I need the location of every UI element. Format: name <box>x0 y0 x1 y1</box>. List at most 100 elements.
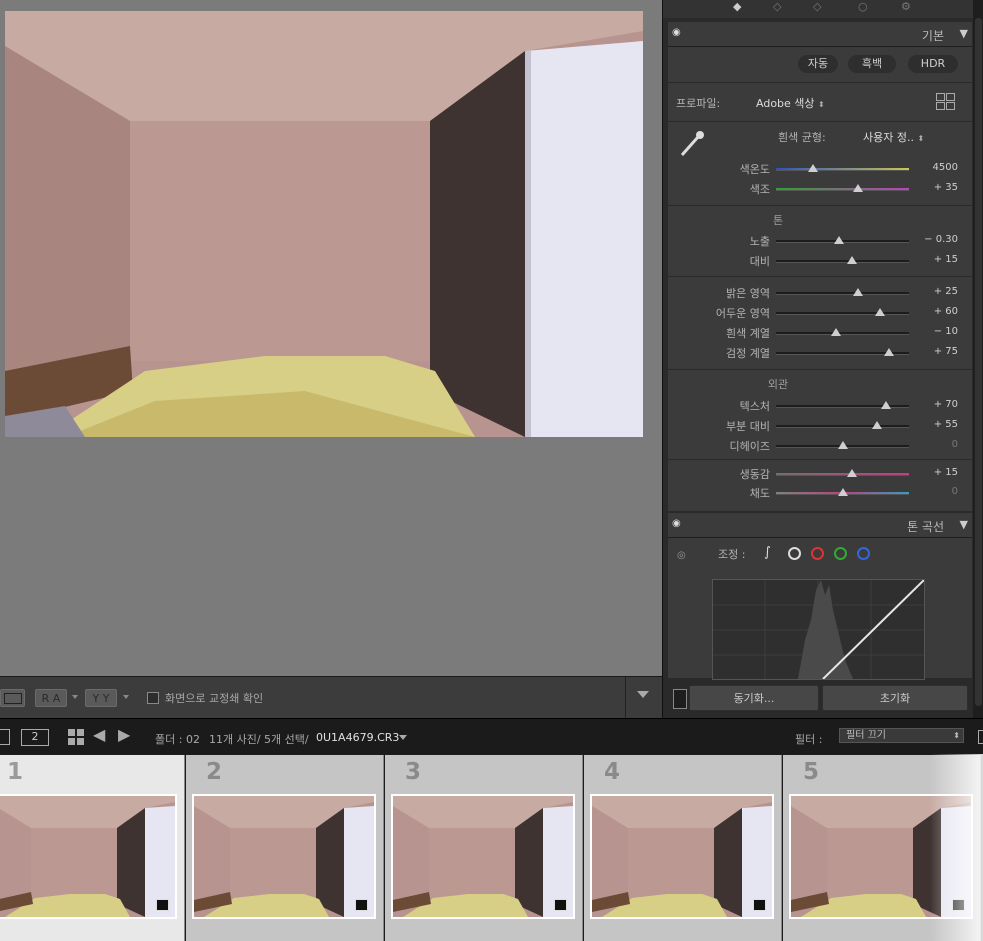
slider-value[interactable]: + 15 <box>908 254 958 265</box>
slider-value[interactable]: + 25 <box>908 286 958 297</box>
slider-thumb[interactable] <box>808 164 819 172</box>
profile-browser-icon[interactable] <box>936 93 955 110</box>
before-after-button[interactable]: R A <box>35 689 67 707</box>
tool-icon[interactable]: ○ <box>858 0 868 13</box>
eye-icon[interactable]: ◉ <box>672 27 681 38</box>
slider-track[interactable] <box>776 332 909 335</box>
collapse-triangle-icon[interactable]: ▼ <box>960 518 968 531</box>
collapse-triangle-icon[interactable]: ▼ <box>960 27 968 40</box>
rgb-curve-icon[interactable] <box>788 547 801 560</box>
filter-toggle-icon[interactable] <box>978 730 983 744</box>
slider-value[interactable]: 0 <box>908 486 958 497</box>
slider-thumb[interactable] <box>853 184 864 192</box>
slider-thumb[interactable] <box>837 488 848 496</box>
treatment-bw[interactable]: 흑백 <box>848 55 896 73</box>
slider-label: 밝은 영역 <box>726 287 770 300</box>
slider-row: 밝은 영역 + 25 <box>668 285 972 301</box>
slider-thumb[interactable] <box>881 401 892 409</box>
tone-curve-section-header[interactable]: ◉ 톤 곡선 ▼ <box>668 513 972 538</box>
curve-adjust-label: 조정 : <box>718 548 746 561</box>
grid-view-icon[interactable] <box>68 729 84 745</box>
tool-icon[interactable]: ◇ <box>773 0 781 13</box>
filmstrip-fade <box>930 754 983 941</box>
filmstrip-cell[interactable]: 1 <box>0 755 185 941</box>
slider-value[interactable]: + 60 <box>908 306 958 317</box>
slider-value[interactable]: + 70 <box>908 399 958 410</box>
toolbar-menu-button[interactable] <box>625 677 662 719</box>
slider-track[interactable] <box>776 168 909 171</box>
reset-button[interactable]: 초기화 <box>822 685 968 711</box>
treatment-auto[interactable]: 자동 <box>798 55 838 73</box>
panel-scrollbar[interactable] <box>973 0 983 718</box>
slider-thumb[interactable] <box>874 308 885 316</box>
red-curve-icon[interactable] <box>811 547 824 560</box>
chevron-down-icon[interactable] <box>123 695 129 699</box>
filter-dropdown[interactable]: 필터 끄기 ⬍ <box>839 728 964 743</box>
parametric-curve-icon[interactable]: ∫ <box>764 545 771 560</box>
slider-value[interactable]: 4500 <box>908 162 958 173</box>
slider-value[interactable]: + 75 <box>908 346 958 357</box>
back-arrow-icon[interactable]: ◀ <box>93 725 105 744</box>
slider-thumb[interactable] <box>846 469 857 477</box>
eyedropper-icon[interactable] <box>678 129 706 157</box>
slider-value[interactable]: + 35 <box>908 182 958 193</box>
slider-thumb[interactable] <box>846 256 857 264</box>
slider-label: 검정 계열 <box>726 347 770 360</box>
treatment-hdr[interactable]: HDR <box>908 55 958 73</box>
soft-proof-checkbox[interactable] <box>147 692 159 704</box>
slider-thumb[interactable] <box>884 348 895 356</box>
green-curve-icon[interactable] <box>834 547 847 560</box>
tone-curve-graph[interactable] <box>712 579 925 680</box>
panel-switch-icon[interactable] <box>673 689 687 709</box>
chevron-down-icon[interactable] <box>399 735 407 740</box>
tool-icon[interactable]: ⚙ <box>901 0 911 13</box>
slider-value[interactable]: + 55 <box>908 419 958 430</box>
sync-button[interactable]: 동기화... <box>689 685 819 711</box>
tone-region-slider-group: 밝은 영역 + 25 어두운 영역 + 60 흰색 계열 − 10 검정 계열 + 75 <box>668 285 972 365</box>
slider-thumb[interactable] <box>830 328 841 336</box>
filmstrip-cell[interactable]: 4 <box>584 755 782 941</box>
filmstrip-thumbnail[interactable] <box>391 794 575 919</box>
slider-track[interactable] <box>776 473 909 476</box>
slider-label: 채도 <box>749 487 770 500</box>
blue-curve-icon[interactable] <box>857 547 870 560</box>
folder-label: 폴더 : 02 <box>155 733 200 746</box>
tool-icon[interactable]: ◇ <box>813 0 821 13</box>
tone-curve-title: 톤 곡선 <box>907 520 944 534</box>
main-photo[interactable] <box>5 11 643 437</box>
slider-thumb[interactable] <box>872 421 883 429</box>
slider-track[interactable] <box>776 260 909 263</box>
basic-section-header[interactable]: ◉ 기본 ▼ <box>668 22 972 47</box>
wb-dropdown[interactable]: 사용자 정.. ⬍ <box>863 129 924 145</box>
slider-value[interactable]: − 0.30 <box>908 234 958 245</box>
before-after-split-button[interactable]: Y Y <box>85 689 117 707</box>
slider-thumb[interactable] <box>833 236 844 244</box>
slider-thumb[interactable] <box>837 441 848 449</box>
current-filename[interactable]: 0U1A4679.CR3 <box>316 731 399 744</box>
slider-thumb[interactable] <box>853 288 864 296</box>
secondary-display-button[interactable]: 2 <box>21 729 49 746</box>
filmstrip-cell[interactable]: 2 <box>186 755 384 941</box>
filmstrip-thumbnail[interactable] <box>192 794 376 919</box>
slider-track[interactable] <box>776 292 909 295</box>
target-adjust-icon[interactable]: ◎ <box>677 550 686 561</box>
slider-value[interactable]: + 15 <box>908 467 958 478</box>
slider-label: 생동감 <box>739 468 770 481</box>
chevron-down-icon[interactable] <box>72 695 78 699</box>
profile-dropdown[interactable]: Adobe 색상 ⬍ <box>756 95 825 111</box>
slider-track[interactable] <box>776 425 909 428</box>
slider-row: 부분 대비 + 55 <box>668 418 972 434</box>
tool-icon[interactable]: ◆ <box>733 0 741 13</box>
slider-value[interactable]: 0 <box>908 439 958 450</box>
filmstrip-thumbnail[interactable] <box>0 794 177 919</box>
slider-track[interactable] <box>776 312 909 315</box>
eye-icon[interactable]: ◉ <box>672 518 681 529</box>
wb-label: 흰색 균형: <box>778 131 826 144</box>
slider-track[interactable] <box>776 188 909 191</box>
forward-arrow-icon[interactable]: ▶ <box>118 725 130 744</box>
primary-display-icon[interactable] <box>0 729 10 745</box>
filmstrip-cell[interactable]: 3 <box>385 755 583 941</box>
slider-value[interactable]: − 10 <box>908 326 958 337</box>
loupe-view-button[interactable] <box>0 689 25 707</box>
filmstrip-thumbnail[interactable] <box>590 794 774 919</box>
